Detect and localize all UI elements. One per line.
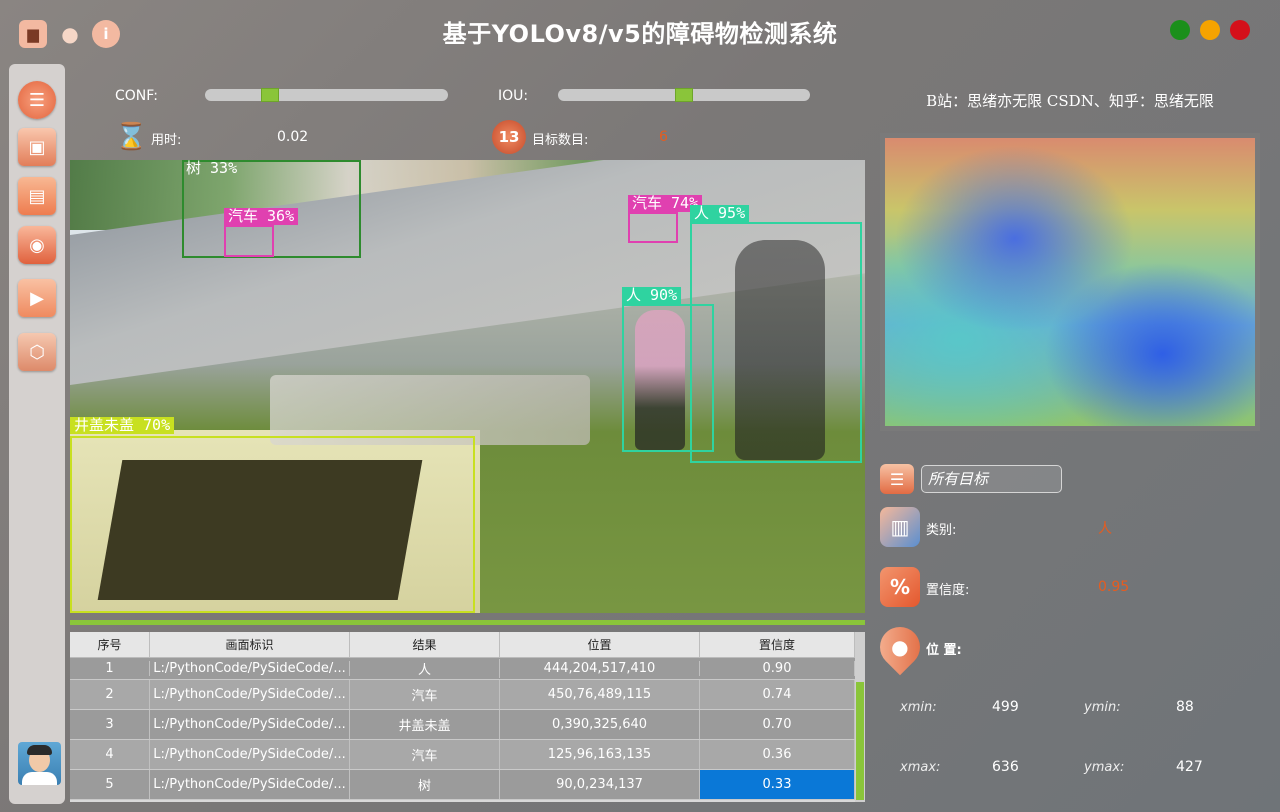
minimize-button[interactable] bbox=[1200, 20, 1220, 40]
ymax-label: ymax: bbox=[1084, 760, 1125, 775]
category-icon: ▥ bbox=[880, 507, 920, 547]
table-row[interactable]: 2 L:/PythonCode/PySideCode/... 汽车 450,76… bbox=[70, 680, 865, 710]
results-table[interactable]: 序号 画面标识 结果 位置 置信度 1 L:/PythonCode/PySide… bbox=[70, 632, 865, 802]
table-row[interactable]: 5 L:/PythonCode/PySideCode/... 树 90,0,23… bbox=[70, 770, 865, 800]
ymin-label: ymin: bbox=[1084, 700, 1121, 715]
table-header: 序号 画面标识 结果 位置 置信度 bbox=[70, 632, 865, 658]
count-label: 目标数目: bbox=[532, 133, 589, 148]
ymin-value: 88 bbox=[1176, 699, 1194, 715]
ymax-value: 427 bbox=[1176, 759, 1203, 775]
maximize-button[interactable] bbox=[1170, 20, 1190, 40]
time-value: 0.02 bbox=[277, 129, 309, 145]
progress-bar bbox=[70, 620, 865, 625]
location-pin-icon: ● bbox=[871, 618, 929, 676]
detection-box-car bbox=[628, 212, 678, 243]
table-row[interactable]: 3 L:/PythonCode/PySideCode/... 井盖未盖 0,39… bbox=[70, 710, 865, 740]
position-label: 位 置: bbox=[926, 643, 962, 658]
target-filter-select[interactable]: 所有目标 bbox=[921, 465, 1062, 493]
column-header[interactable]: 位置 bbox=[500, 632, 700, 657]
cube-icon[interactable]: ⬡ bbox=[18, 333, 56, 371]
selected-cell[interactable]: 0.33 bbox=[700, 770, 855, 799]
filter-list-icon[interactable]: ☰ bbox=[880, 464, 914, 494]
column-header[interactable]: 结果 bbox=[350, 632, 500, 657]
list-icon[interactable]: ☰ bbox=[18, 81, 56, 119]
detection-label: 汽车 36% bbox=[224, 208, 299, 225]
conf-slider-handle[interactable] bbox=[261, 88, 279, 102]
table-row[interactable]: 1 L:/PythonCode/PySideCode/... 人 444,204… bbox=[70, 658, 865, 680]
count-value: 6 bbox=[659, 129, 668, 145]
percent-icon: % bbox=[880, 567, 920, 607]
column-header[interactable]: 序号 bbox=[70, 632, 150, 657]
app-title: 基于YOLOv8/v5的障碍物检测系统 bbox=[442, 20, 838, 48]
class-value: 人 bbox=[1098, 521, 1112, 537]
class-label: 类别: bbox=[926, 523, 957, 538]
iou-label: IOU: bbox=[498, 88, 529, 104]
conf-label: CONF: bbox=[115, 88, 158, 104]
xmax-label: xmax: bbox=[900, 760, 941, 775]
detection-label: 井盖未盖 70% bbox=[70, 417, 175, 434]
detection-box-manhole bbox=[70, 436, 475, 613]
detection-box-car bbox=[224, 225, 274, 257]
confidence-label: 置信度: bbox=[926, 583, 970, 598]
iou-slider-handle[interactable] bbox=[675, 88, 693, 102]
sidebar bbox=[9, 64, 65, 804]
xmin-label: xmin: bbox=[900, 700, 937, 715]
conf-slider[interactable] bbox=[205, 88, 448, 102]
credits-text: B站：思绪亦无限 CSDN、知乎：思绪无限 bbox=[926, 92, 1214, 110]
camera-icon[interactable]: ◉ bbox=[18, 226, 56, 264]
scrollbar-thumb[interactable] bbox=[856, 682, 864, 800]
xmin-value: 499 bbox=[992, 699, 1019, 715]
detection-label: 树 33% bbox=[186, 160, 238, 177]
confidence-value: 0.95 bbox=[1098, 579, 1130, 595]
detection-box-person bbox=[622, 304, 714, 452]
table-row[interactable]: 4 L:/PythonCode/PySideCode/... 汽车 125,96… bbox=[70, 740, 865, 770]
count-badge-icon: 13 bbox=[492, 120, 526, 154]
image-icon[interactable]: ▣ bbox=[18, 128, 56, 166]
column-header[interactable]: 置信度 bbox=[700, 632, 855, 657]
play-icon[interactable]: ▶ bbox=[18, 279, 56, 317]
detection-box-person bbox=[690, 222, 862, 463]
table-scrollbar[interactable] bbox=[855, 632, 865, 802]
heatmap-image bbox=[880, 133, 1260, 431]
xmax-value: 636 bbox=[992, 759, 1019, 775]
iou-slider[interactable] bbox=[558, 88, 810, 102]
time-label: 用时: bbox=[151, 133, 182, 148]
close-button[interactable] bbox=[1230, 20, 1250, 40]
folder-icon[interactable]: ▤ bbox=[18, 177, 56, 215]
detection-label: 人 95% bbox=[690, 205, 750, 222]
avatar[interactable] bbox=[18, 742, 61, 785]
hourglass-icon: ⌛ bbox=[115, 122, 148, 152]
detection-label: 人 90% bbox=[622, 287, 682, 304]
column-header[interactable]: 画面标识 bbox=[150, 632, 350, 657]
detection-image: 树 33% 汽车 36% 汽车 74% 人 95% 人 90% 井盖未盖 70% bbox=[70, 160, 865, 613]
